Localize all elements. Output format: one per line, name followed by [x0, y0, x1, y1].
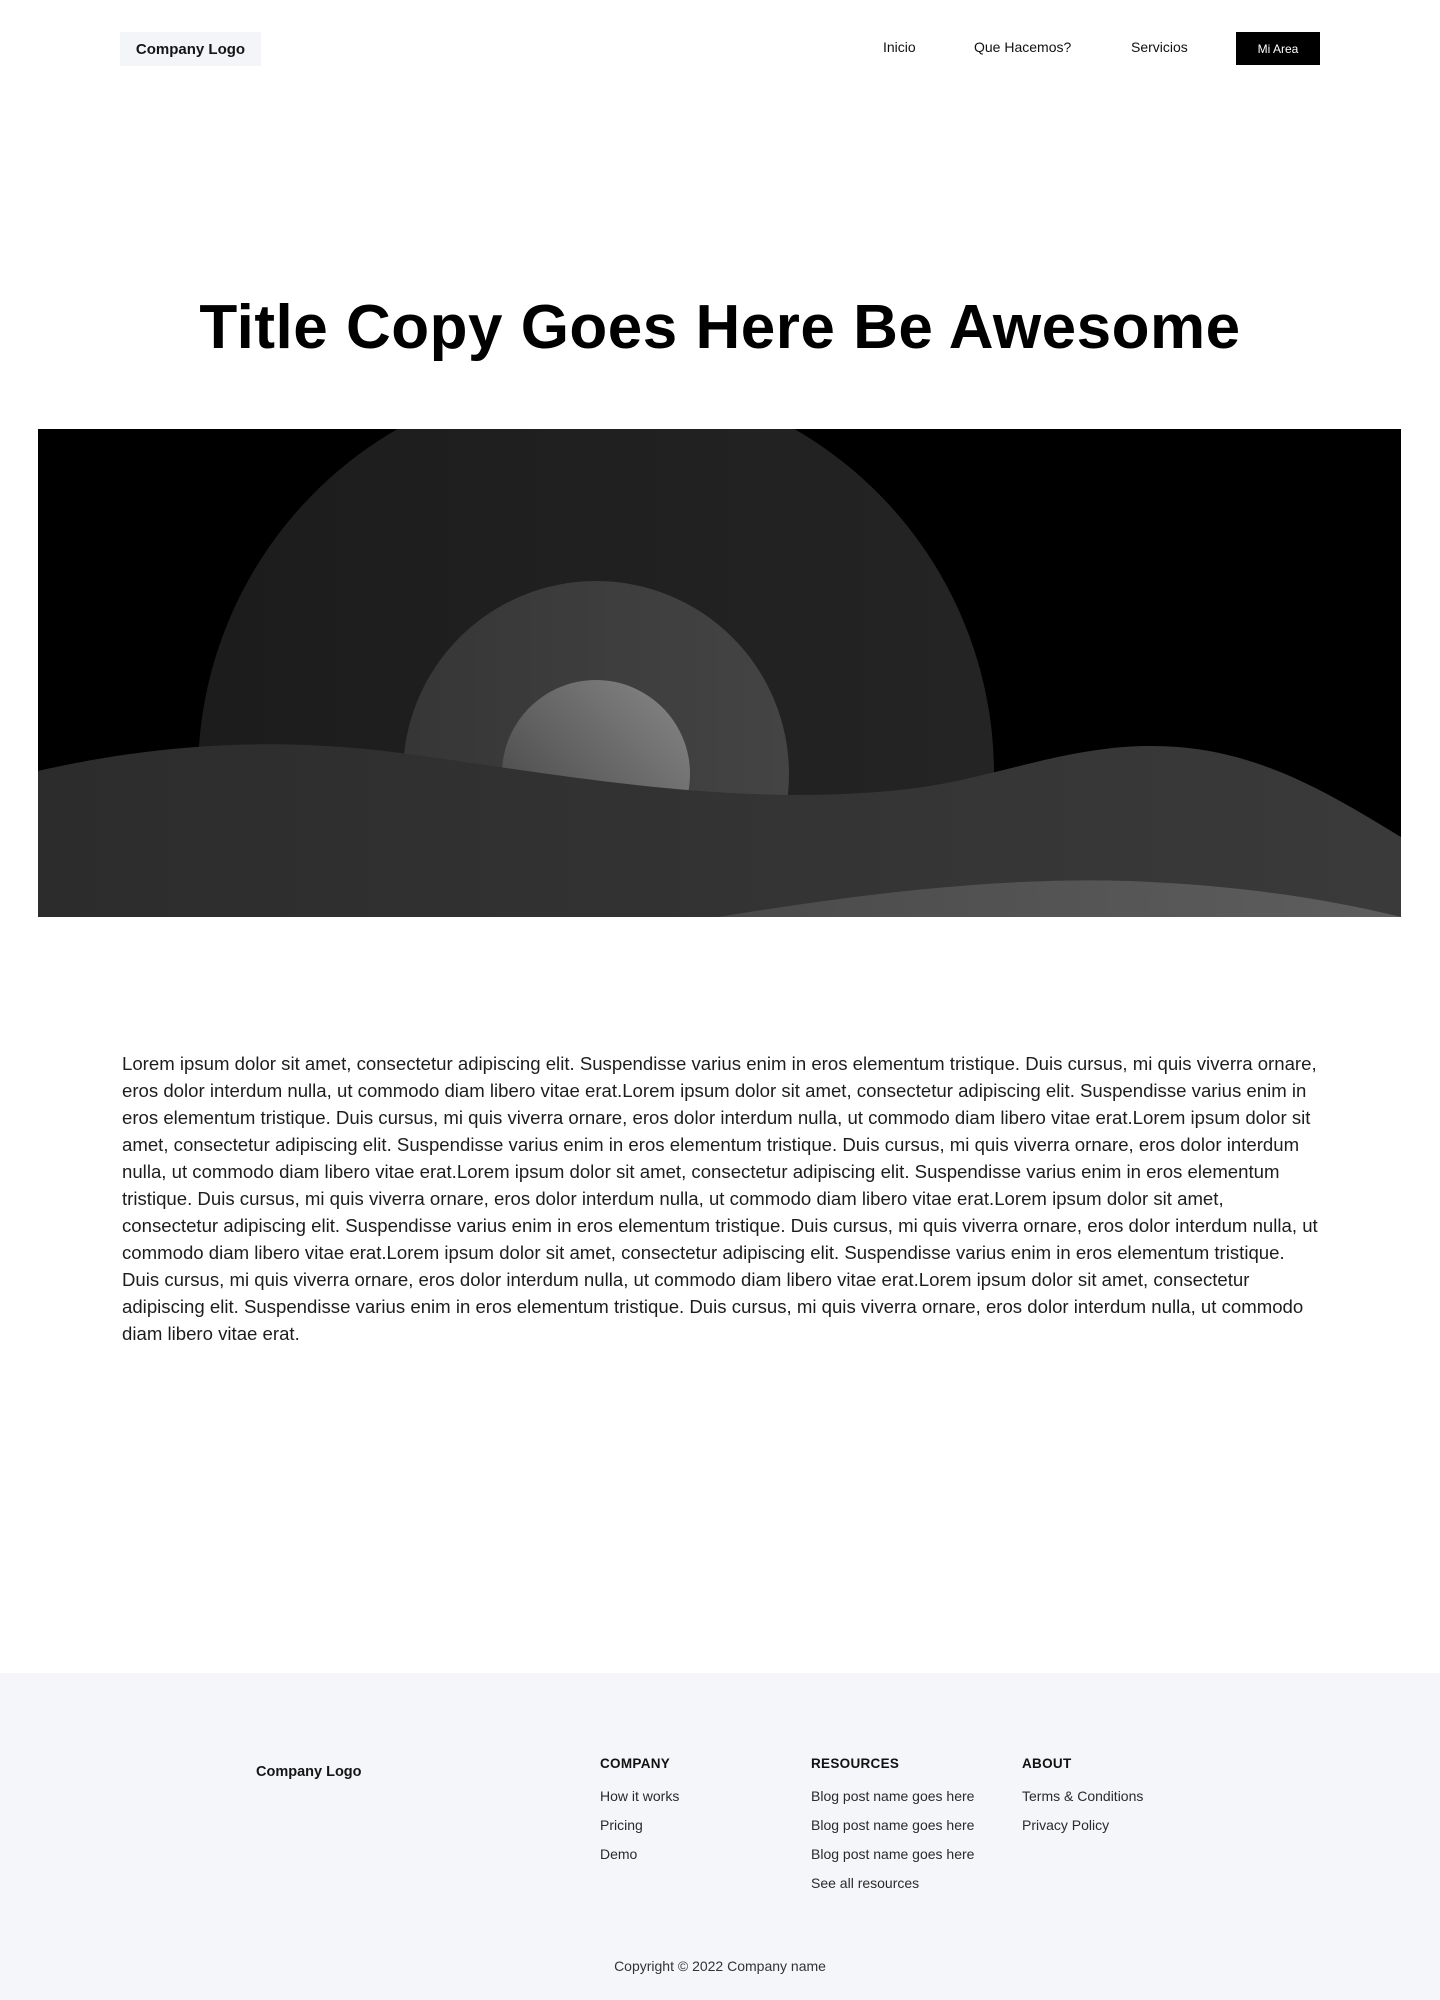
site-header: Company Logo Inicio Que Hacemos? Servici…: [0, 0, 1440, 98]
hero-illustration: [38, 429, 1401, 917]
footer-heading-company: COMPANY: [600, 1756, 671, 1771]
footer-link-blog-post[interactable]: Blog post name goes here: [811, 1845, 974, 1863]
footer-heading-about: ABOUT: [1022, 1756, 1072, 1771]
footer-link-demo[interactable]: Demo: [600, 1845, 679, 1863]
nav-link-inicio[interactable]: Inicio: [883, 39, 916, 55]
mi-area-button[interactable]: Mi Area: [1236, 32, 1320, 65]
footer-link-blog-post[interactable]: Blog post name goes here: [811, 1816, 974, 1834]
footer-col-about: ABOUT Terms & Conditions Privacy Policy: [1022, 1756, 1143, 1845]
footer-logo[interactable]: Company Logo: [256, 1764, 362, 1780]
footer-link-terms[interactable]: Terms & Conditions: [1022, 1787, 1143, 1805]
hero-image: [38, 429, 1401, 917]
footer-link-blog-post[interactable]: Blog post name goes here: [811, 1787, 974, 1805]
nav-link-que-hacemos[interactable]: Que Hacemos?: [974, 39, 1071, 55]
body-paragraph: Lorem ipsum dolor sit amet, consectetur …: [122, 1053, 1318, 1344]
footer-link-see-all-resources[interactable]: See all resources: [811, 1874, 974, 1892]
footer-col-company: COMPANY How it works Pricing Demo: [600, 1756, 679, 1874]
footer-heading-resources: RESOURCES: [811, 1756, 900, 1771]
company-logo[interactable]: Company Logo: [120, 32, 261, 66]
hero-title: Title Copy Goes Here Be Awesome: [199, 293, 1241, 362]
copyright-text: Copyright © 2022 Company name: [614, 1958, 826, 1974]
nav-link-servicios[interactable]: Servicios: [1131, 39, 1188, 55]
footer-col-resources: RESOURCES Blog post name goes here Blog …: [811, 1756, 974, 1903]
footer-link-pricing[interactable]: Pricing: [600, 1816, 679, 1834]
footer-link-privacy[interactable]: Privacy Policy: [1022, 1816, 1143, 1834]
site-footer: Company Logo COMPANY How it works Pricin…: [0, 1673, 1440, 2000]
footer-link-how-it-works[interactable]: How it works: [600, 1787, 679, 1805]
